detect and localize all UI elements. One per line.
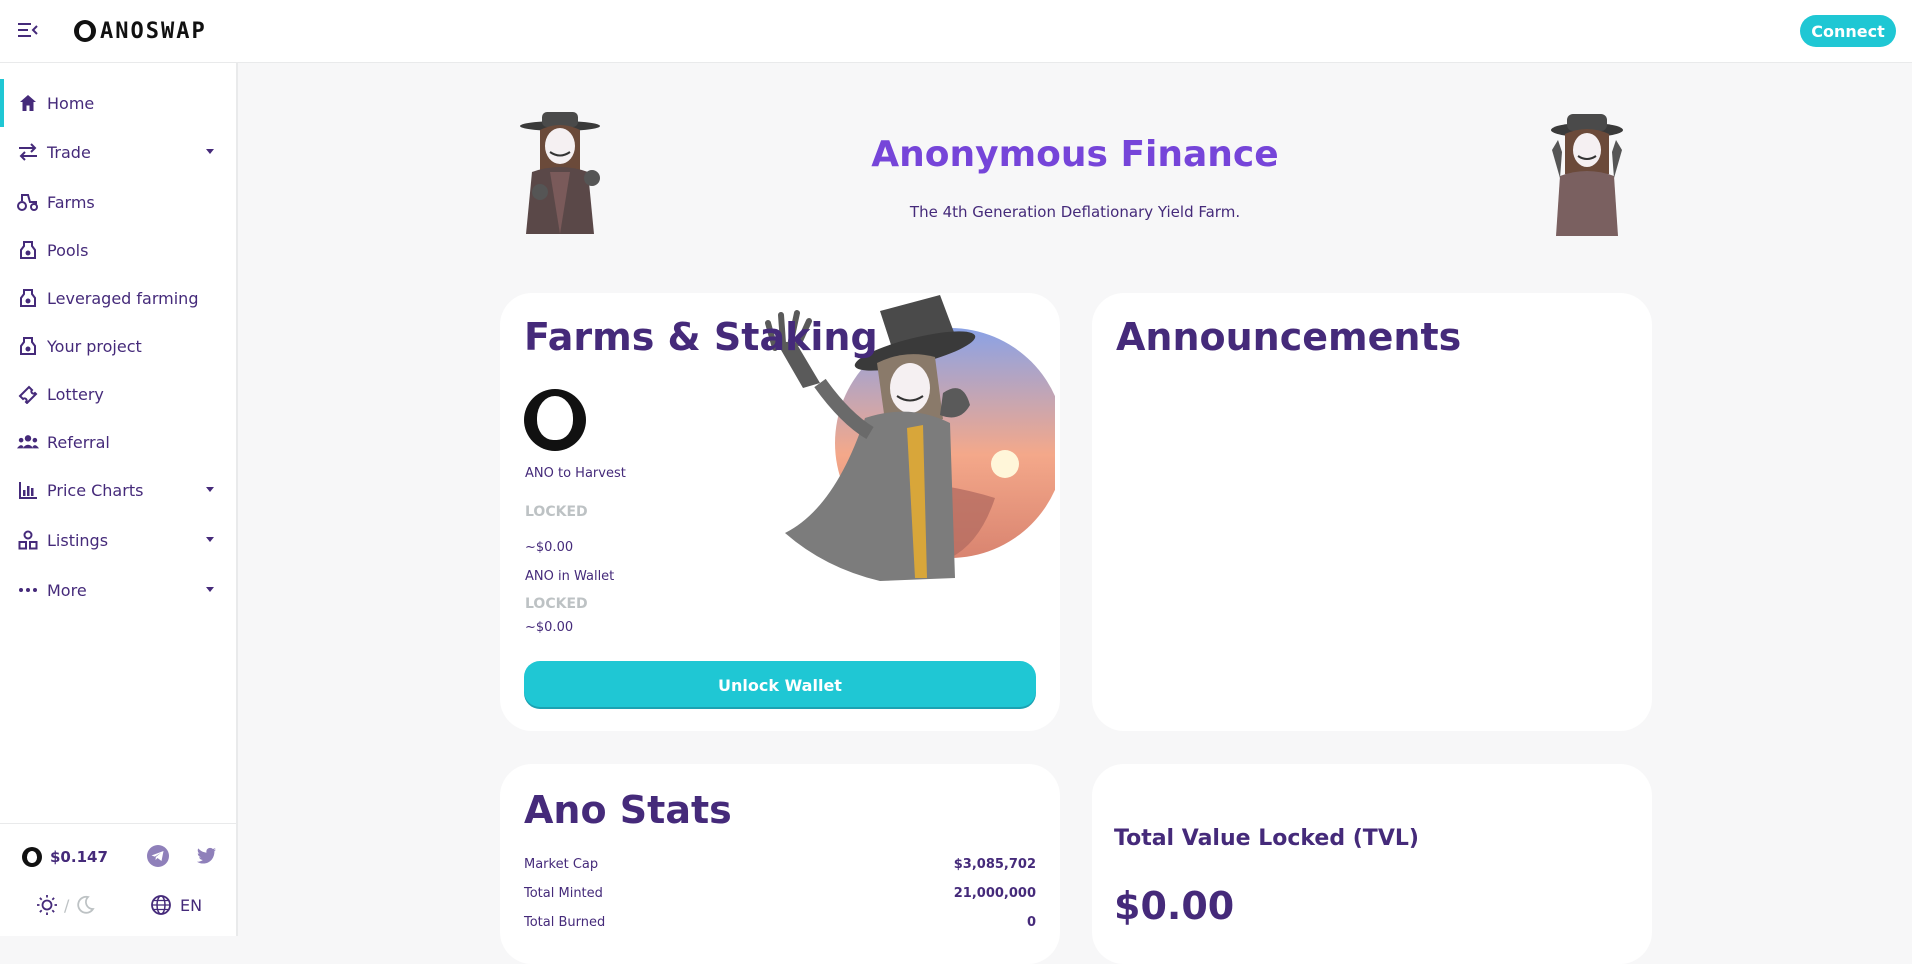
ticket-icon: [17, 383, 39, 405]
sidebar-item-label: Price Charts: [47, 480, 144, 500]
anonymous-mascot-left-image: [520, 112, 600, 234]
sidebar-item-label: Your project: [47, 336, 142, 356]
sidebar-item-price-charts[interactable]: Price Charts: [0, 466, 236, 514]
language-selector[interactable]: EN: [150, 894, 202, 916]
sidebar: Home Trade Farms Pools Leveraged farming…: [0, 63, 238, 936]
stats-title: Ano Stats: [524, 788, 732, 832]
chart-icon: [17, 479, 39, 501]
pool-icon: [17, 239, 39, 261]
twitter-icon[interactable]: [194, 844, 218, 868]
sidebar-item-trade[interactable]: Trade: [0, 128, 236, 176]
sidebar-item-label: Trade: [47, 142, 91, 162]
wallet-usd: ~$0.00: [525, 620, 574, 635]
sidebar-item-home[interactable]: Home: [0, 79, 236, 127]
harvest-label: ANO to Harvest: [525, 466, 626, 481]
group-icon: [17, 431, 39, 453]
ellipsis-icon: [17, 579, 39, 601]
sidebar-footer: $0.147 / EN: [0, 823, 236, 936]
telegram-icon[interactable]: [146, 844, 170, 868]
sun-icon: [37, 895, 57, 915]
caret-down-icon: [206, 487, 214, 492]
theme-toggle[interactable]: /: [36, 894, 96, 916]
announcements-card: Announcements: [1092, 293, 1652, 731]
home-icon: [17, 92, 39, 114]
wallet-label: ANO in Wallet: [525, 569, 615, 584]
theme-separator: /: [64, 895, 70, 915]
sidebar-item-lottery[interactable]: Lottery: [0, 370, 236, 418]
sidebar-item-farms[interactable]: Farms: [0, 178, 236, 226]
shapes-icon: [17, 529, 39, 551]
language-label: EN: [180, 895, 203, 915]
token-price-value: $0.147: [50, 848, 108, 866]
sidebar-item-label: Home: [47, 93, 95, 113]
pool-icon: [17, 287, 39, 309]
farms-staking-card: Farms & Staking ANO to Harvest LOCKED ~$…: [500, 293, 1060, 731]
tvl-card: Total Value Locked (TVL) $0.00: [1092, 764, 1652, 964]
announcements-title: Announcements: [1116, 315, 1462, 359]
stat-value: $3,085,702: [953, 857, 1036, 872]
ano-stats-card: Ano Stats Market Cap $3,085,702 Total Mi…: [500, 764, 1060, 964]
farms-card-title: Farms & Staking: [524, 315, 878, 359]
stat-row-total-burned: Total Burned 0: [524, 915, 1036, 930]
tractor-icon: [17, 191, 39, 213]
pool-icon: [17, 335, 39, 357]
moon-icon: [77, 895, 96, 914]
sidebar-item-listings[interactable]: Listings: [0, 516, 236, 564]
harvest-usd: ~$0.00: [525, 540, 574, 555]
mask-logo-icon: [74, 20, 96, 42]
tvl-title: Total Value Locked (TVL): [1114, 826, 1419, 851]
stat-row-total-minted: Total Minted 21,000,000: [524, 886, 1036, 901]
stat-label: Total Minted: [524, 886, 603, 901]
unlock-wallet-button[interactable]: Unlock Wallet: [524, 661, 1036, 709]
sidebar-item-pools[interactable]: Pools: [0, 226, 236, 274]
sidebar-item-label: Lottery: [47, 384, 104, 404]
swap-icon: [17, 141, 39, 163]
sidebar-item-label: Pools: [47, 240, 89, 260]
sidebar-item-label: Farms: [47, 192, 95, 212]
sidebar-item-label: Leveraged farming: [47, 288, 199, 308]
sidebar-item-your-project[interactable]: Your project: [0, 322, 236, 370]
stat-label: Market Cap: [524, 857, 599, 872]
hero-title: Anonymous Finance: [871, 134, 1279, 175]
globe-icon: [151, 895, 171, 915]
stat-value: 21,000,000: [953, 886, 1036, 901]
top-bar: ANOSWAP Connect: [0, 0, 1912, 63]
stat-label: Total Burned: [524, 915, 606, 930]
sidebar-item-more[interactable]: More: [0, 566, 236, 614]
token-price[interactable]: $0.147: [22, 847, 108, 867]
anonymous-mascot-right-image: [1551, 114, 1623, 236]
wallet-value: LOCKED: [525, 596, 588, 612]
caret-down-icon: [206, 587, 214, 592]
connect-button[interactable]: Connect: [1800, 15, 1896, 47]
stat-row-market-cap: Market Cap $3,085,702: [524, 857, 1036, 872]
ano-token-icon: [524, 389, 586, 451]
stat-value: 0: [1026, 915, 1036, 930]
logo-text: ANOSWAP: [100, 18, 207, 44]
sidebar-item-label: Referral: [47, 432, 110, 452]
mask-token-icon: [22, 847, 42, 867]
sidebar-item-leveraged-farming[interactable]: Leveraged farming: [0, 274, 236, 322]
caret-down-icon: [206, 537, 214, 542]
harvest-value: LOCKED: [525, 504, 588, 520]
sidebar-item-label: Listings: [47, 530, 109, 550]
logo[interactable]: ANOSWAP: [74, 16, 207, 46]
sidebar-item-referral[interactable]: Referral: [0, 418, 236, 466]
tvl-value: $0.00: [1114, 884, 1235, 928]
menu-toggle-icon[interactable]: [18, 21, 38, 39]
caret-down-icon: [206, 149, 214, 154]
sidebar-item-label: More: [47, 580, 87, 600]
hero-subtitle: The 4th Generation Deflationary Yield Fa…: [909, 203, 1241, 221]
